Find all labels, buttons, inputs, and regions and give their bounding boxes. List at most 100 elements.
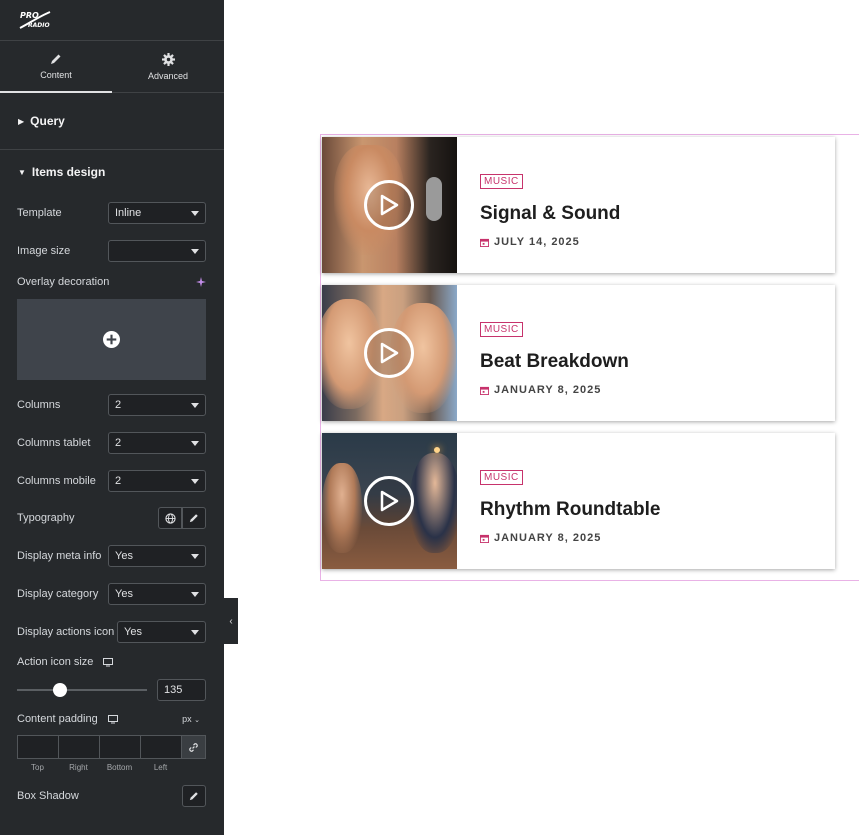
field-typography: Typography (17, 507, 206, 529)
svg-text:PRO: PRO (20, 11, 39, 20)
field-label: Display meta info (17, 550, 102, 562)
display-actions-icon-select[interactable]: Yes (117, 621, 206, 643)
pencil-icon (51, 54, 61, 64)
pro-radio-logo: PRO RADIO (19, 11, 51, 29)
play-button[interactable] (364, 328, 414, 378)
chevron-down-icon (191, 249, 199, 254)
columns-select[interactable]: 2 (108, 394, 206, 416)
card-body: MUSIC Beat Breakdown JANUARY 8, 2025 (457, 285, 629, 421)
overlay-image-picker[interactable] (17, 299, 206, 380)
field-columns-mobile: Columns mobile 2 (17, 470, 206, 492)
category-badge[interactable]: MUSIC (480, 174, 523, 189)
category-badge[interactable]: MUSIC (480, 470, 523, 485)
chevron-left-icon: ‹ (229, 615, 233, 627)
card-date: JANUARY 8, 2025 (480, 384, 629, 396)
link-values-button[interactable] (181, 735, 206, 759)
desktop-icon[interactable] (107, 714, 118, 724)
field-content-padding: Content padding px ⌄ (17, 713, 206, 725)
link-icon (189, 742, 198, 752)
calendar-icon (480, 534, 489, 543)
field-label: Action icon size (17, 656, 94, 668)
display-category-select[interactable]: Yes (108, 583, 206, 605)
field-label: Display actions icon (17, 626, 115, 638)
select-value: Inline (115, 207, 142, 219)
field-image-size: Image size (17, 240, 206, 262)
editor-panel: PRO RADIO Content Advanced ▶ Query ▼ Ite… (0, 0, 224, 835)
card-title[interactable]: Signal & Sound (480, 203, 620, 225)
panel-tabs: Content Advanced (0, 41, 224, 93)
section-items-design[interactable]: ▼ Items design (0, 150, 224, 194)
input-value: 135 (164, 684, 183, 696)
card-body: MUSIC Rhythm Roundtable JANUARY 8, 2025 (457, 433, 661, 569)
globe-icon (164, 512, 176, 524)
podcast-card[interactable]: MUSIC Beat Breakdown JANUARY 8, 2025 (322, 285, 835, 421)
padding-top-input[interactable] (17, 735, 58, 759)
chevron-down-icon (191, 592, 199, 597)
tab-content[interactable]: Content (0, 41, 112, 93)
desktop-icon[interactable] (103, 657, 114, 667)
unit-value: px (182, 714, 192, 724)
collapse-panel-button[interactable]: ‹ (224, 598, 238, 644)
field-box-shadow: Box Shadow (17, 785, 206, 807)
chevron-down-icon (191, 630, 199, 635)
play-button[interactable] (364, 180, 414, 230)
typography-edit-button[interactable] (182, 507, 206, 529)
pencil-icon (189, 792, 198, 801)
select-value: 2 (115, 437, 122, 449)
padding-bottom-label: Bottom (106, 763, 133, 772)
select-value: Yes (115, 588, 133, 600)
image-size-select[interactable] (108, 240, 206, 262)
field-action-icon-size: Action icon size (17, 656, 206, 668)
padding-bottom-input[interactable] (99, 735, 140, 759)
play-icon (380, 490, 399, 512)
card-title[interactable]: Rhythm Roundtable (480, 499, 661, 521)
select-value: 2 (115, 475, 122, 487)
globe-button[interactable] (158, 507, 182, 529)
date-text: JANUARY 8, 2025 (494, 384, 602, 396)
select-value: Yes (124, 626, 142, 638)
chevron-down-icon (191, 441, 199, 446)
field-label: Box Shadow (17, 790, 79, 802)
action-icon-size-slider-handle[interactable] (52, 683, 67, 697)
content-padding-labels: Top Right Bottom Left (17, 763, 181, 772)
play-icon (380, 342, 399, 364)
padding-left-input[interactable] (140, 735, 181, 759)
card-image (322, 285, 457, 421)
calendar-icon (480, 386, 489, 395)
play-button[interactable] (364, 476, 414, 526)
field-label: Overlay decoration (17, 276, 110, 288)
podcast-card[interactable]: MUSIC Rhythm Roundtable JANUARY 8, 2025 (322, 433, 835, 569)
template-select[interactable]: Inline (108, 202, 206, 224)
unit-select[interactable]: px ⌄ (182, 714, 200, 724)
padding-left-label: Left (153, 763, 168, 772)
field-template: Template Inline (17, 202, 206, 224)
tab-content-label: Content (40, 70, 72, 80)
podcast-card[interactable]: MUSIC Signal & Sound JULY 14, 2025 (322, 137, 835, 273)
field-label: Content padding (17, 713, 98, 725)
field-label: Typography (17, 512, 75, 524)
box-shadow-edit-button[interactable] (182, 785, 206, 807)
chevron-down-icon (191, 211, 199, 216)
field-label: Image size (17, 245, 71, 257)
content-padding-inputs (17, 735, 206, 759)
card-title[interactable]: Beat Breakdown (480, 351, 629, 373)
field-columns: Columns 2 (17, 394, 206, 416)
action-icon-size-input[interactable]: 135 (157, 679, 206, 701)
date-text: JANUARY 8, 2025 (494, 532, 602, 544)
section-query[interactable]: ▶ Query (0, 93, 224, 150)
date-text: JULY 14, 2025 (494, 236, 580, 248)
category-badge[interactable]: MUSIC (480, 322, 523, 337)
action-icon-size-slider-track[interactable] (17, 689, 147, 691)
columns-tablet-select[interactable]: 2 (108, 432, 206, 454)
play-icon (380, 194, 399, 216)
field-label: Display category (17, 588, 99, 600)
columns-mobile-select[interactable]: 2 (108, 470, 206, 492)
select-value: Yes (115, 550, 133, 562)
field-label: Template (17, 207, 62, 219)
padding-right-input[interactable] (58, 735, 99, 759)
tab-advanced[interactable]: Advanced (112, 41, 224, 92)
chevron-down-icon (191, 554, 199, 559)
select-value: 2 (115, 399, 122, 411)
display-meta-info-select[interactable]: Yes (108, 545, 206, 567)
ai-sparkle-icon[interactable] (196, 277, 206, 287)
